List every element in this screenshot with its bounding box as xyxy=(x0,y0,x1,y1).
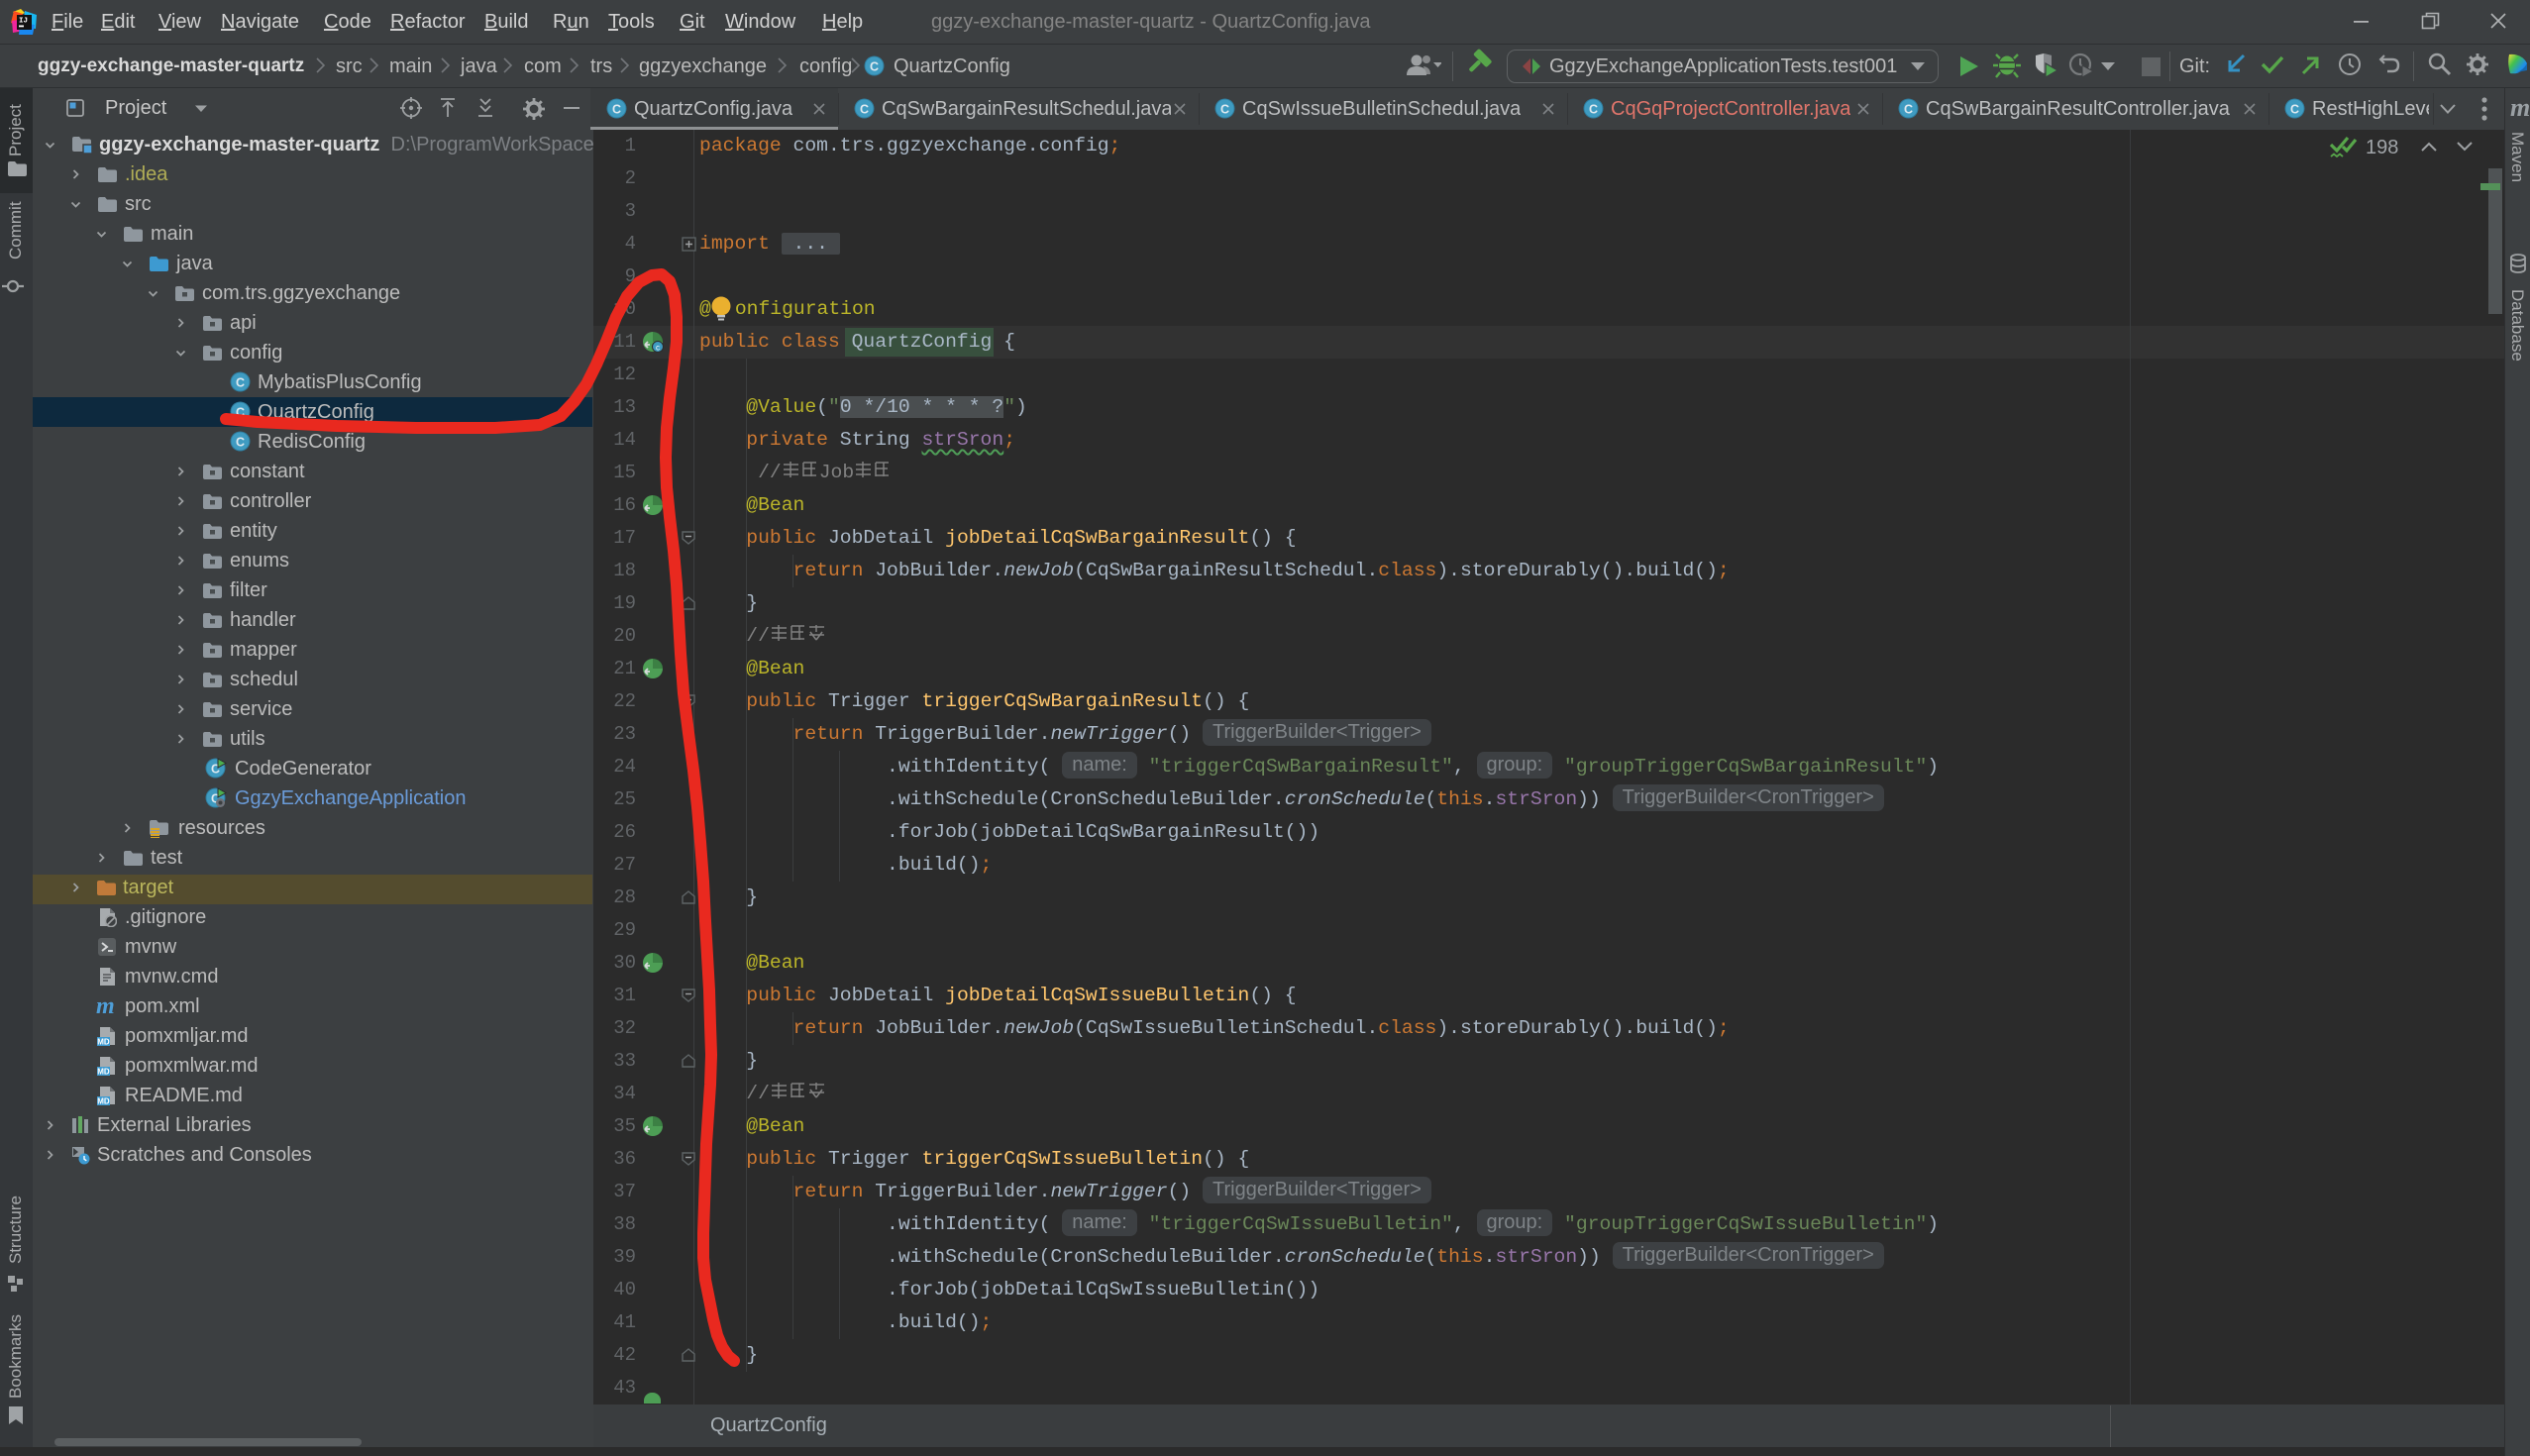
svg-text:MD: MD xyxy=(97,1038,110,1047)
svg-text:C: C xyxy=(1220,102,1229,116)
svg-text:C: C xyxy=(860,102,869,116)
svg-text:C: C xyxy=(870,59,879,73)
svg-text:MD: MD xyxy=(97,1068,110,1077)
svg-text:C: C xyxy=(1589,102,1598,116)
svg-text:MD: MD xyxy=(97,1097,110,1106)
svg-text:C: C xyxy=(236,435,245,449)
svg-text:c: c xyxy=(656,344,660,353)
svg-text:C: C xyxy=(2290,102,2299,116)
svg-text:C: C xyxy=(236,375,245,389)
svg-text:C: C xyxy=(236,405,245,419)
svg-text:C: C xyxy=(1904,102,1913,116)
svg-text:C: C xyxy=(612,102,621,116)
svg-text:IJ: IJ xyxy=(19,18,28,26)
